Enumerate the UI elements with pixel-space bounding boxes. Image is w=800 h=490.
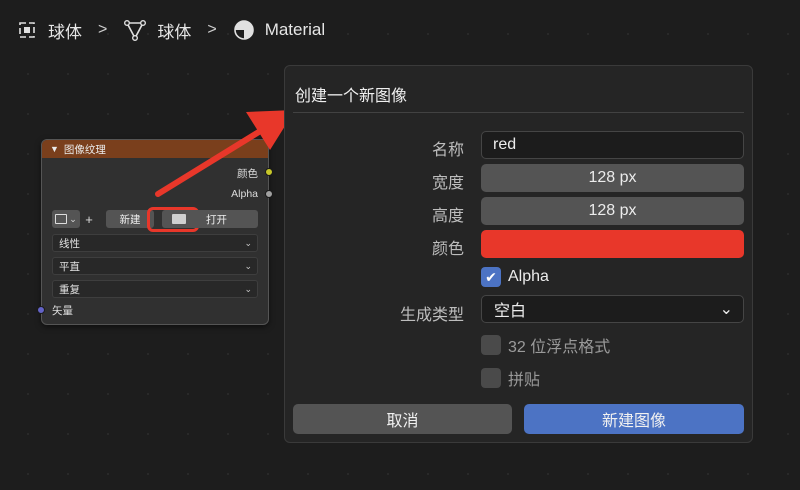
color-label: 颜色	[431, 241, 464, 258]
chevron-down-icon: ⌄	[69, 213, 77, 224]
image-texture-node[interactable]: ▼ 图像纹理 颜色 Alpha ⌄ + 新建 打开 线性 ⌄ 平直 ⌄ 重复 ⌄…	[37, 139, 273, 325]
breadcrumb-item-material[interactable]: Material	[233, 19, 325, 41]
output-color-label: 颜色	[237, 168, 258, 180]
image-toolbar: ⌄ + 新建	[52, 210, 154, 228]
output-alpha-label: Alpha	[231, 188, 258, 200]
dialog-title: 创建一个新图像	[295, 88, 408, 105]
image-browse-button[interactable]: ⌄	[52, 210, 80, 228]
color-output-socket[interactable]	[265, 168, 273, 176]
folder-icon	[172, 214, 186, 224]
alpha-checkbox-row[interactable]: ✔ Alpha	[481, 267, 549, 287]
dropdown-value: 重复	[59, 283, 80, 296]
alpha-label: Alpha	[508, 268, 549, 285]
height-field[interactable]: 128 px	[481, 197, 744, 225]
generated-type-label: 生成类型	[399, 307, 464, 324]
alpha-checkbox[interactable]: ✔	[481, 267, 501, 287]
height-label: 高度	[431, 208, 464, 225]
breadcrumb-separator: >	[207, 21, 217, 38]
generated-type-value: 空白	[494, 303, 527, 320]
float-buffer-checkbox[interactable]	[481, 335, 501, 355]
breadcrumb-label: 球体	[157, 22, 192, 42]
cancel-button[interactable]: 取消	[293, 404, 512, 434]
projection-dropdown[interactable]: 平直 ⌄	[52, 257, 258, 275]
chevron-down-icon: ⌄	[244, 283, 252, 294]
float-buffer-label: 32 位浮点格式	[508, 339, 611, 356]
dropdown-value: 平直	[59, 260, 80, 273]
tiled-checkbox[interactable]	[481, 368, 501, 388]
width-label: 宽度	[431, 175, 464, 192]
material-icon	[233, 19, 255, 41]
mesh-icon	[123, 18, 147, 42]
node-title: 图像纹理	[63, 143, 106, 156]
open-image-button[interactable]: 打开	[162, 210, 258, 228]
breadcrumb: 球体 > 球体 > Material	[16, 14, 325, 46]
collapse-caret-icon[interactable]: ▼	[50, 144, 59, 154]
node-header[interactable]: ▼ 图像纹理	[42, 140, 268, 158]
alpha-output-socket[interactable]	[265, 190, 273, 198]
new-image-confirm-button[interactable]: 新建图像	[524, 404, 744, 434]
tiled-label: 拼贴	[508, 372, 541, 389]
breadcrumb-label: 球体	[48, 22, 82, 42]
float-buffer-checkbox-row[interactable]: 32 位浮点格式	[481, 333, 610, 357]
interpolation-dropdown[interactable]: 线性 ⌄	[52, 234, 258, 252]
dropdown-value: 线性	[59, 237, 80, 250]
open-label: 打开	[206, 213, 227, 226]
input-vector-label: 矢量	[52, 305, 73, 317]
image-icon	[55, 214, 68, 224]
breadcrumb-separator: >	[98, 21, 108, 38]
vector-input-socket[interactable]	[37, 306, 45, 314]
breadcrumb-label: Material	[264, 20, 326, 39]
new-image-dialog: 创建一个新图像 名称 red 宽度 128 px 高度 128 px 颜色 ✔ …	[284, 65, 753, 443]
chevron-down-icon: ⌄	[719, 301, 733, 318]
name-label: 名称	[431, 142, 464, 159]
chevron-down-icon: ⌄	[244, 237, 252, 248]
extension-dropdown[interactable]: 重复 ⌄	[52, 280, 258, 298]
plus-icon[interactable]: +	[80, 212, 98, 227]
generated-type-select[interactable]: 空白 ⌄	[481, 295, 744, 323]
tiled-checkbox-row[interactable]: 拼贴	[481, 366, 540, 390]
divider	[293, 112, 744, 113]
breadcrumb-item-object[interactable]: 球体	[16, 18, 82, 43]
chevron-down-icon: ⌄	[244, 260, 252, 271]
width-field[interactable]: 128 px	[481, 164, 744, 192]
color-swatch[interactable]	[481, 230, 744, 258]
breadcrumb-item-mesh[interactable]: 球体	[123, 18, 191, 43]
object-icon	[16, 19, 38, 41]
name-input[interactable]: red	[481, 131, 744, 159]
